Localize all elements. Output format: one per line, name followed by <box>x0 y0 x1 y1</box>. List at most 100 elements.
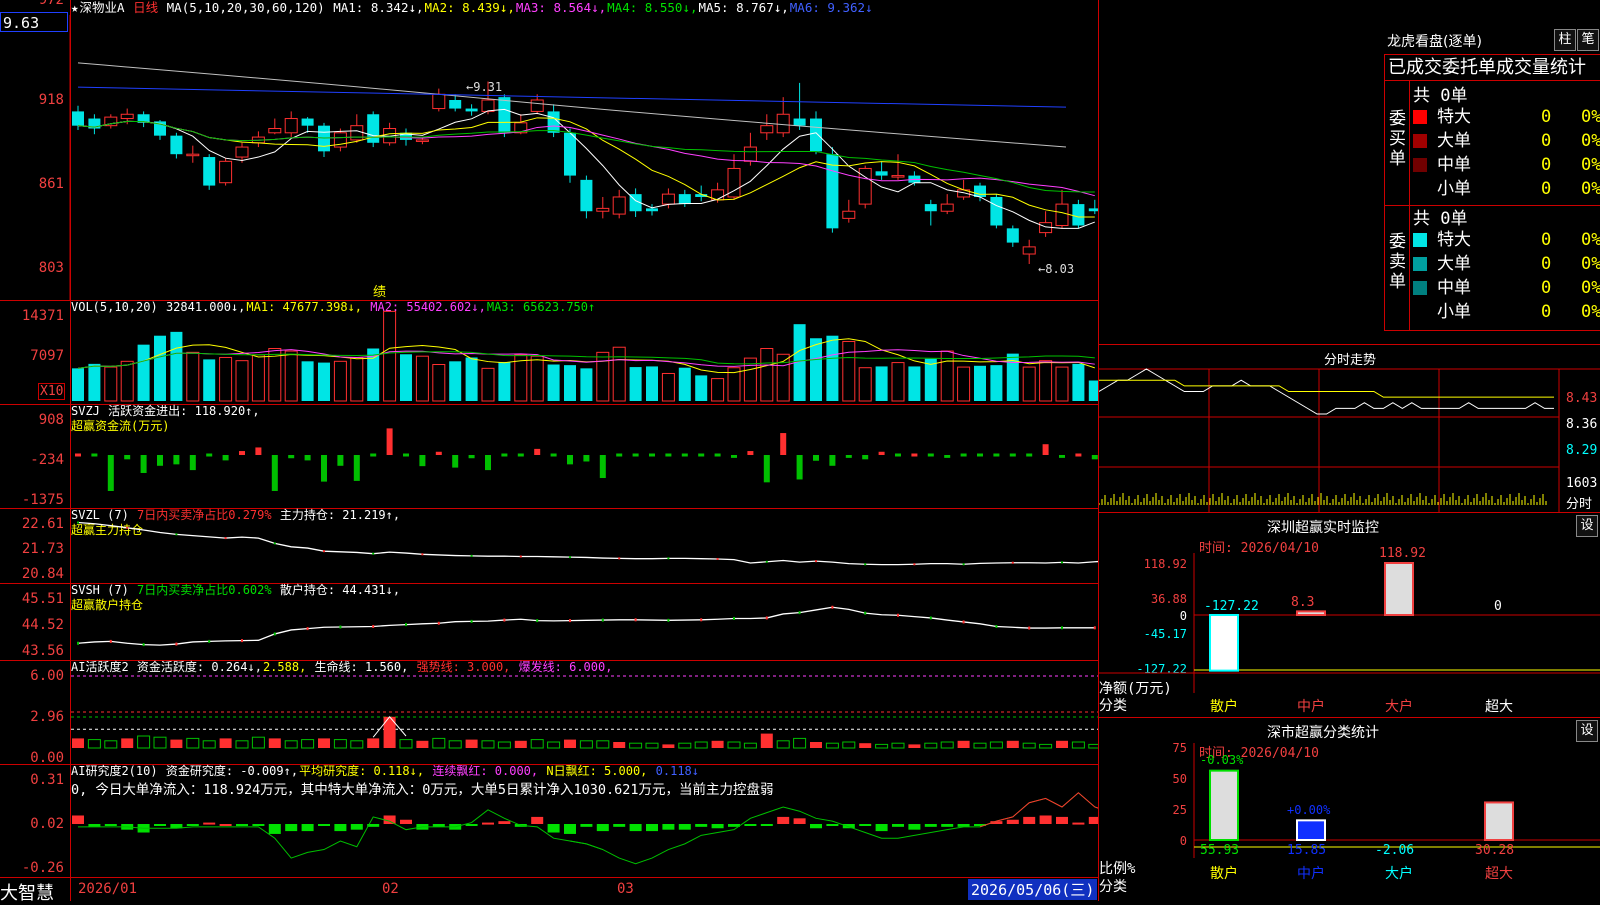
volume-pane[interactable]: 14371 7097 X10 VOL(5,10,20) 32841.000↓,M… <box>0 300 1098 405</box>
svsh-pane[interactable]: 45.51 44.52 43.56 SVSH (7) 7日内买卖净占比0.602… <box>0 583 1098 661</box>
candle <box>268 128 282 134</box>
buy-orders-label: 委买单 <box>1389 109 1406 169</box>
activity-bar <box>810 742 822 748</box>
sz-stats-chart[interactable]: 75 50 25 0 -0.03% +0.00% 55.93 15.85 -2.06 30.28 散… <box>1099 718 1600 901</box>
research-bar <box>219 824 232 826</box>
candle <box>661 193 675 205</box>
volume-bar <box>596 351 610 402</box>
retail-point <box>601 618 604 622</box>
intraday-panel[interactable]: 分时走势 8.43 8.36 8.29 1603 分时 <box>1098 344 1600 513</box>
svsh-chart[interactable] <box>0 583 1098 660</box>
ai-research-pane[interactable]: 0.31 0.02 -0.26 AI研究度2(10) 资金研究度: -0.009… <box>0 764 1098 878</box>
retail-point <box>77 641 79 645</box>
buy-swatch <box>1413 110 1427 124</box>
volume-bar <box>104 366 118 402</box>
sell-label: 中单 <box>1437 278 1471 298</box>
ai-research-chart[interactable] <box>0 764 1098 877</box>
sell-orders-label: 委卖单 <box>1389 232 1406 292</box>
activity-bar <box>448 740 462 749</box>
sz-stats-panel[interactable]: 深市超赢分类统计 设 时间: 2026/04/10 75 50 25 0 -0.03% +… <box>1098 717 1600 901</box>
intraday-chart[interactable] <box>1099 345 1600 513</box>
activity-bar <box>186 737 200 749</box>
flow-bar <box>255 447 262 455</box>
activity-bar <box>973 742 987 749</box>
research-bar <box>531 816 544 824</box>
earnings-marker[interactable]: 绩 <box>373 281 386 300</box>
flow-bar <box>550 453 557 457</box>
bar-mode-button[interactable]: 柱 <box>1554 29 1576 51</box>
category-label: 散户 <box>1210 865 1238 882</box>
flow-bar <box>731 455 737 458</box>
sz-monitor-chart[interactable]: 118.92 36.88 0 -45.17 -127.22 -127.22 8.3 118.9… <box>1099 513 1600 718</box>
svzj-pane[interactable]: 908 -234 -1375 SVZJ 活跃资金进出: 118.920↑, 超赢… <box>0 404 1098 509</box>
buy-label: 大单 <box>1437 131 1471 151</box>
sz-monitor-panel[interactable]: 深圳超赢实时监控 设 时间: 2026/04/10 118.92 36.88 0 -4… <box>1098 512 1600 718</box>
candle <box>1006 228 1019 243</box>
sz-stats-ylabel: 比例% <box>1099 861 1136 877</box>
buy-row: 小单 0 0% <box>1409 177 1600 201</box>
ai-activity-pane[interactable]: 6.00 2.96 0.00 AI活跃度2 资金活跃度: 0.264↓,2.58… <box>0 660 1098 765</box>
research-bar <box>1056 816 1068 824</box>
retail-point <box>897 613 899 617</box>
research-bar <box>826 824 839 826</box>
holding-point <box>667 557 670 560</box>
category-label: 中户 <box>1297 698 1325 715</box>
kline-pane[interactable]: 972 9.63 918 861 803 ★深物业A 日线 MA(5,10,20… <box>0 0 1098 301</box>
axis-label: 75 <box>1173 741 1187 755</box>
axis-label: 118.92 <box>1144 557 1187 571</box>
current-date[interactable]: 2026/05/06(三) <box>968 879 1098 900</box>
research-bar <box>629 824 642 832</box>
research-bar <box>744 824 757 826</box>
flow-bar <box>1075 453 1082 457</box>
candle <box>760 125 774 134</box>
svzj-chart[interactable] <box>0 404 1098 508</box>
volume-bar <box>481 367 495 402</box>
holding-point <box>519 555 522 558</box>
holding-point <box>765 560 768 563</box>
flow-bar <box>927 453 934 457</box>
holding-point <box>372 552 375 555</box>
retail-point <box>372 624 375 628</box>
activity-bar <box>268 738 281 748</box>
volume-chart[interactable] <box>0 300 1098 404</box>
retail-point <box>798 611 801 615</box>
flow-bar <box>288 455 295 459</box>
volume-bar <box>547 364 560 401</box>
svzl-pane[interactable]: 22.61 21.73 20.84 SVZL (7) 7日内买卖净占比0.279… <box>0 508 1098 584</box>
svzl-chart[interactable] <box>0 508 1098 583</box>
retail-point <box>1093 626 1096 630</box>
sell-percent: 0% <box>1581 302 1600 322</box>
flow-bar <box>370 453 377 457</box>
candle <box>891 175 905 178</box>
flow-bar <box>632 453 639 457</box>
candle <box>810 118 822 152</box>
activity-bar <box>891 742 905 749</box>
candle <box>940 203 954 212</box>
research-bar <box>268 824 281 834</box>
kline-chart[interactable] <box>0 0 1098 300</box>
retail-point <box>306 627 309 631</box>
flow-bar <box>960 453 967 457</box>
activity-bar <box>301 739 315 749</box>
buy-value: 0 <box>1541 179 1552 199</box>
activity-bar <box>743 742 757 749</box>
research-bar <box>203 822 216 825</box>
volume-bar <box>1022 366 1036 402</box>
flow-bar <box>1009 453 1016 457</box>
activity-bar <box>72 738 84 748</box>
volume-bar <box>957 366 971 402</box>
date-bar: 大智慧 2026/01 02 03 2026/05/06(三) <box>0 877 1098 904</box>
date-divider <box>70 878 71 901</box>
research-bar <box>1072 822 1085 825</box>
candle <box>449 100 462 109</box>
flow-bar <box>419 455 426 467</box>
ai-activity-chart[interactable] <box>0 660 1098 764</box>
research-bar <box>482 822 494 825</box>
candle <box>580 179 593 212</box>
volume-bar <box>826 335 839 401</box>
flow-bar <box>124 455 131 460</box>
retail-point <box>208 639 211 643</box>
tick-mode-button[interactable]: 笔 <box>1577 29 1599 51</box>
flow-bar <box>386 428 393 455</box>
volume-bar <box>333 360 347 402</box>
